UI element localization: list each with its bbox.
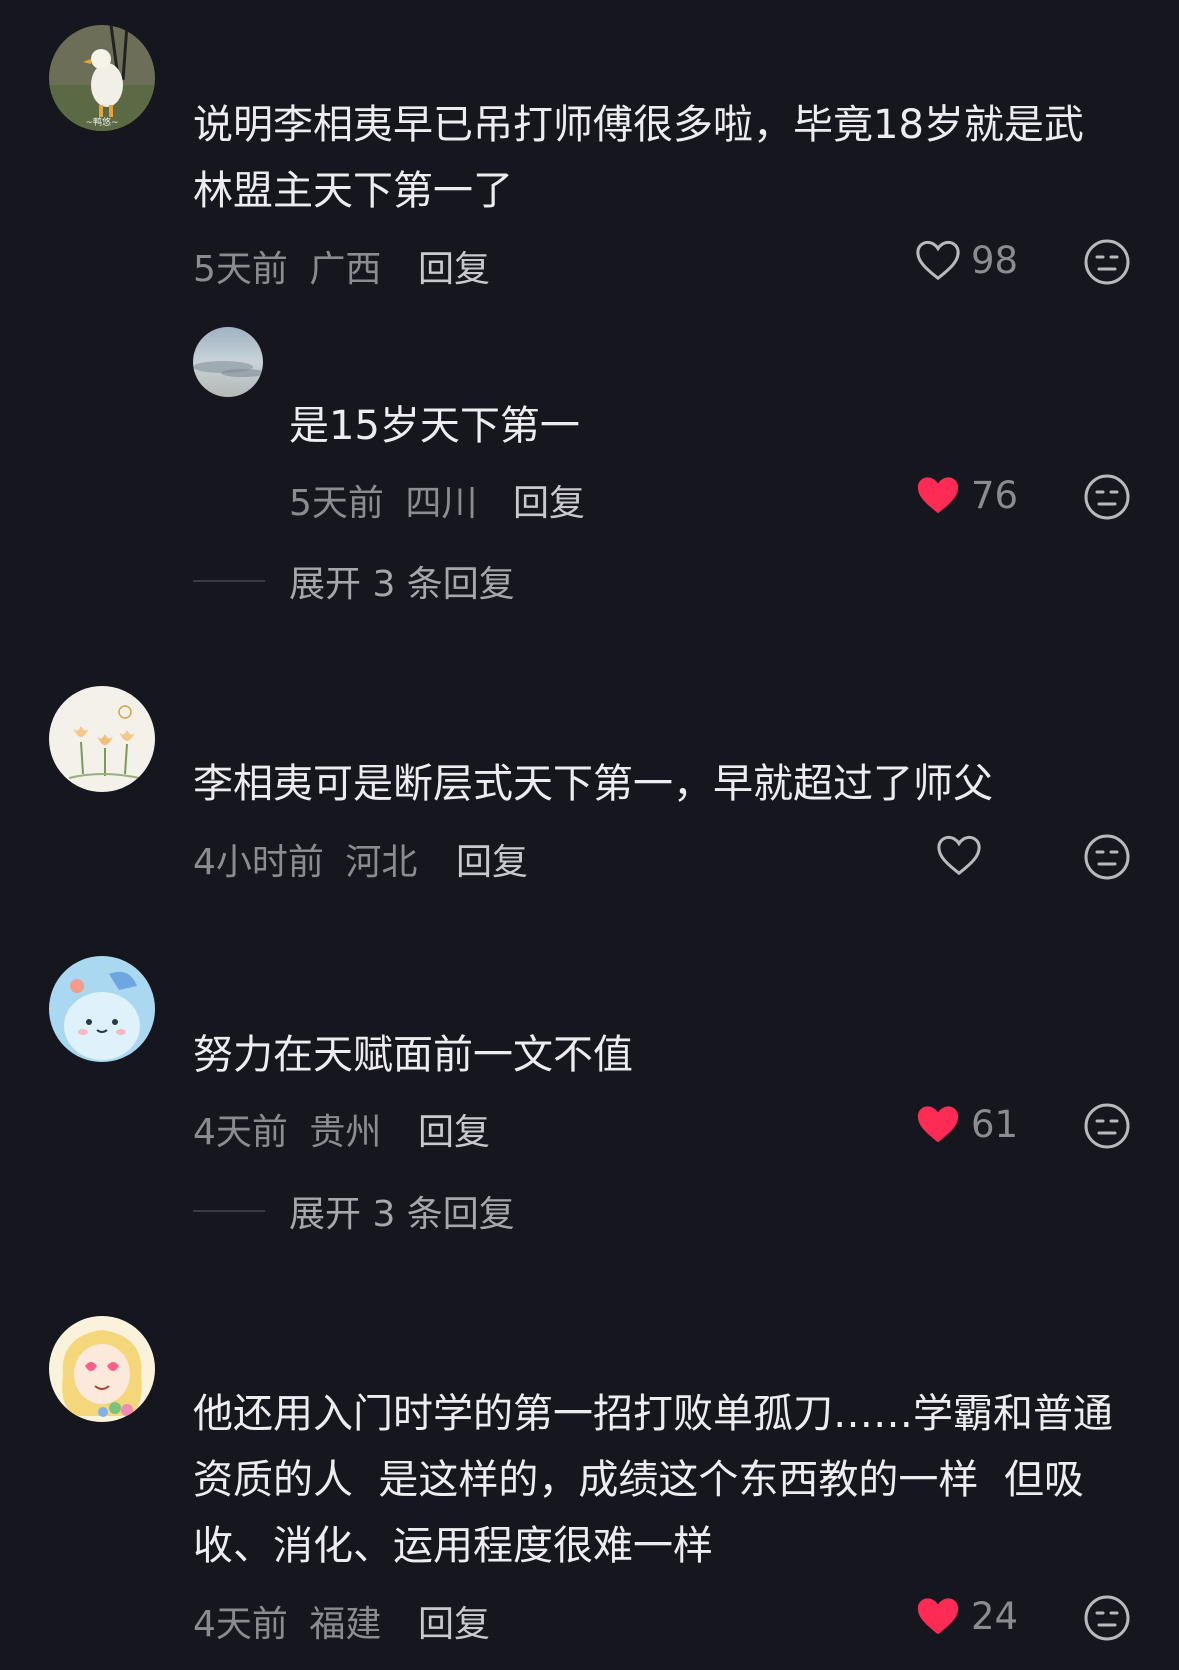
comment-location: 广西 — [309, 249, 382, 290]
like-button[interactable]: 76 — [915, 473, 1018, 517]
reply-button[interactable]: 回复 — [418, 240, 490, 292]
meh-face-icon — [1084, 834, 1130, 880]
heart-filled-icon — [917, 1598, 959, 1635]
avatar-sky[interactable] — [193, 327, 263, 397]
heart-outline-icon — [916, 240, 960, 281]
comment-meta: 4天前 贵州 — [193, 1103, 381, 1155]
reply-meta: 5天前 四川 — [289, 474, 477, 526]
meh-face-icon — [1084, 1103, 1130, 1149]
comment-time: 5天前 — [193, 249, 288, 290]
like-count: 24 — [971, 1594, 1019, 1638]
comment-text: 努力在天赋面前一文不值 — [193, 1032, 633, 1078]
comment-location: 河北 — [345, 842, 418, 883]
like-count: 61 — [971, 1102, 1019, 1146]
comment-time: 4天前 — [193, 1112, 288, 1153]
avatar-tulips[interactable] — [49, 686, 155, 792]
reply-button[interactable]: 回复 — [513, 474, 585, 526]
comment-text: 李相夷可是断层式天下第一，早就超过了师父 — [193, 761, 993, 807]
meh-face-icon — [1084, 474, 1130, 520]
dislike-button[interactable] — [1083, 238, 1131, 286]
reply-button[interactable]: 回复 — [418, 1595, 490, 1647]
comment-time: 4天前 — [193, 1604, 288, 1645]
avatar-blue-cat[interactable] — [49, 956, 155, 1062]
expand-divider — [193, 580, 265, 582]
heart-filled-icon — [917, 1106, 959, 1143]
comment-meta: 5天前 广西 — [193, 240, 381, 292]
meh-face-icon — [1084, 1595, 1130, 1641]
comment-text-line: 资质的人 是这样的，成绩这个东西教的一样 但吸 — [193, 1457, 1084, 1503]
like-button[interactable] — [936, 833, 982, 877]
comment-meta: 4天前 福建 — [193, 1595, 381, 1647]
reply-location: 四川 — [405, 483, 478, 524]
comment-text: 说明李相夷早已吊打师傅很多啦，毕竟18岁就是武林盟主天下第一了 — [193, 102, 1084, 214]
heart-outline-icon — [937, 835, 981, 876]
comment-meta: 4小时前 河北 — [193, 833, 417, 885]
like-button[interactable]: 61 — [915, 1102, 1018, 1146]
reply-time: 5天前 — [289, 483, 384, 524]
meh-face-icon — [1084, 239, 1130, 285]
expand-replies[interactable]: 展开 3 条回复 — [193, 1185, 515, 1237]
dislike-button[interactable] — [1083, 1594, 1131, 1642]
comment-text-line: 收、消化、运用程度很难一样 — [193, 1523, 713, 1569]
like-count: 76 — [971, 473, 1019, 517]
comment-location: 贵州 — [309, 1112, 382, 1153]
like-count: 98 — [971, 238, 1019, 282]
expand-replies-label: 展开 3 条回复 — [289, 564, 515, 605]
dislike-button[interactable] — [1083, 833, 1131, 881]
like-button[interactable]: 24 — [915, 1594, 1018, 1638]
avatar-caption: ~鸭悠~ — [85, 116, 118, 128]
reply-button[interactable]: 回复 — [456, 833, 528, 885]
dislike-button[interactable] — [1083, 1102, 1131, 1150]
avatar-duck[interactable]: ~鸭悠~ — [49, 25, 155, 131]
expand-replies[interactable]: 展开 3 条回复 — [193, 555, 515, 607]
like-button[interactable]: 98 — [915, 238, 1018, 282]
avatar-cartoon-girl[interactable] — [49, 1316, 155, 1422]
dislike-button[interactable] — [1083, 473, 1131, 521]
reply-text: 是15岁天下第一 — [289, 403, 580, 449]
comment-text: 他还用入门时学的第一招打败单孤刀……学霸和普通 资质的人 是这样的，成绩这个东西… — [193, 1381, 1153, 1579]
comment-text-line: 他还用入门时学的第一招打败单孤刀……学霸和普通 — [193, 1391, 1113, 1437]
comment-location: 福建 — [309, 1604, 382, 1645]
expand-replies-label: 展开 3 条回复 — [289, 1194, 515, 1235]
heart-filled-icon — [917, 477, 959, 514]
reply-button[interactable]: 回复 — [418, 1103, 490, 1155]
comment-time: 4小时前 — [193, 842, 324, 883]
expand-divider — [193, 1210, 265, 1212]
